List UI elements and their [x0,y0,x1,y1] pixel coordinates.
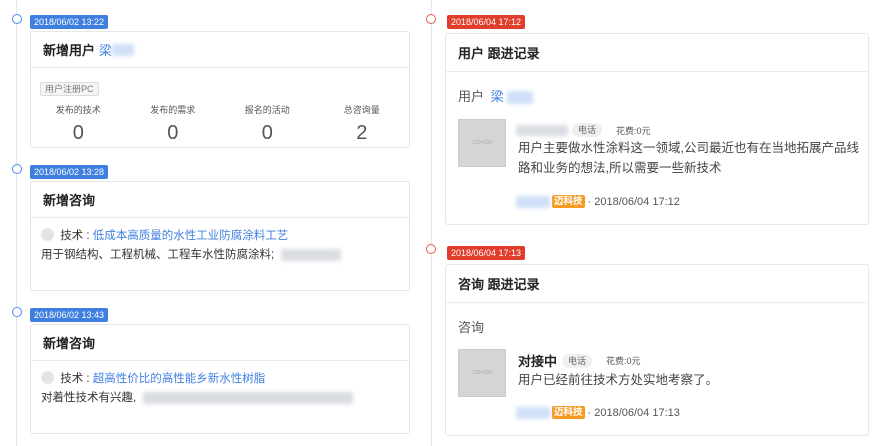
blurred-author [516,195,550,208]
record-meta: 迈科技 · 2018/06/04 17:12 [516,195,680,208]
consult-tech-row: 技术 : 超高性价比的高性能乡新水性树脂 [41,370,409,389]
date-badge: 2018/06/02 13:22 [30,15,109,29]
subject-line: 用户 梁 [458,86,534,105]
consult-tech-row: 技术 : 低成本高质量的水性工业防腐涂料工艺 [41,227,409,246]
consult-content-text: 用于钢结构、工程机械、工程车水性防腐涂料; [41,249,275,261]
blurred-name [112,43,135,56]
record-meta: 迈科技 · 2018/06/04 17:13 [516,406,680,419]
card-title: 新增用户 梁 [31,32,409,68]
tech-prefix: 技术 : [60,230,90,242]
stat-registered-events: 报名的活动 0 [220,103,315,145]
stat-value: 2 [356,122,368,144]
card-title: 新增咨询 [31,182,409,218]
brand-badge: 迈科技 [552,195,585,208]
source-tag: 用户注册PC [40,82,99,96]
tech-prefix: 技术 : [60,373,90,385]
stat-value: 0 [261,122,273,144]
tech-link[interactable]: 超高性价比的高性能乡新水性树脂 [93,373,266,385]
consult-card: 新增咨询 技术 : 超高性价比的高性能乡新水性树脂 对着性技术有兴趣, [30,324,410,434]
record-header: 对接中 电话 花费:0元 [518,351,641,370]
stat-label: 总咨询量 [343,105,380,115]
record-thumbnail: 120×120 [458,119,506,167]
timeline-dot [426,244,436,254]
left-timeline-line [16,0,17,446]
consult-card: 新增咨询 技术 : 低成本高质量的水性工业防腐涂料工艺 用于钢结构、工程机械、工… [30,181,410,291]
card-title-text: 新增用户 [43,43,96,58]
consult-content: 对着性技术有兴趣, [41,389,409,408]
stat-published-tech: 发布的技术 0 [31,103,126,145]
contact-method-tag: 电话 [572,123,603,137]
timeline-dot [12,164,22,174]
subject-label: 用户 [458,89,485,104]
user-name-link[interactable]: 梁 [99,40,112,59]
timeline-dot [12,14,22,24]
blurred-text [143,391,354,404]
card-title: 新增咨询 [31,325,409,361]
followup-text: 用户主要做水性涂料这一领域,公司最近也有在当地拓展产品线路和业务的想法,所以需要… [518,141,859,175]
right-timeline-line [431,0,432,446]
blurred-name [507,91,534,105]
new-user-card: 新增用户 梁 用户注册PC 发布的技术 0 发布的需求 0 报名的活动 0 总咨… [30,31,410,148]
stat-value: 0 [167,122,179,144]
subject-name-link[interactable]: 梁 [491,89,504,104]
record-header: 电话 花费:0元 [516,123,651,137]
followup-text: 用户已经前往技术方处实地考察了。 [518,373,719,387]
consult-content: 用于钢结构、工程机械、工程车水性防腐涂料; [41,246,409,265]
timeline-dot [12,307,22,317]
blurred-author [516,406,550,419]
fee-text: 花费:0元 [606,356,641,366]
blurred-text [281,248,342,261]
date-badge: 2018/06/04 17:12 [447,15,526,29]
user-followup-card: 用户 跟进记录 用户 梁 120×120 电话 花费:0元 用户主要做水性涂料这… [445,33,869,225]
stat-label: 发布的需求 [150,105,196,115]
user-stats: 发布的技术 0 发布的需求 0 报名的活动 0 总咨询量 2 [31,101,409,145]
record-timestamp: · 2018/06/04 17:13 [587,406,680,419]
tech-link[interactable]: 低成本高质量的水性工业防腐涂料工艺 [93,230,289,242]
blurred-name [516,124,568,136]
fee-text: 花费:0元 [616,125,651,136]
stat-value: 0 [72,122,84,144]
contact-method-tag: 电话 [562,353,593,368]
stat-published-demand: 发布的需求 0 [126,103,221,145]
record-thumbnail: 120×120 [458,349,506,397]
date-badge: 2018/06/02 13:43 [30,308,109,322]
card-title: 咨询 跟进记录 [446,265,868,303]
brand-badge: 迈科技 [552,406,585,419]
date-badge: 2018/06/04 17:13 [447,246,526,260]
timeline-dot [426,14,436,24]
date-badge: 2018/06/02 13:28 [30,165,109,179]
stat-label: 发布的技术 [55,105,101,115]
status-text: 对接中 [518,354,558,369]
avatar [41,228,54,241]
stat-label: 报名的活动 [244,105,290,115]
stat-total-consults: 总咨询量 2 [315,103,410,145]
consult-followup-card: 咨询 跟进记录 咨询 120×120 对接中 电话 花费:0元 用户已经前往技术… [445,264,869,436]
subject-label: 咨询 [458,320,485,335]
avatar [41,371,54,384]
consult-content-text: 对着性技术有兴趣, [41,392,137,404]
record-timestamp: · 2018/06/04 17:12 [587,195,680,208]
card-title: 用户 跟进记录 [446,34,868,72]
